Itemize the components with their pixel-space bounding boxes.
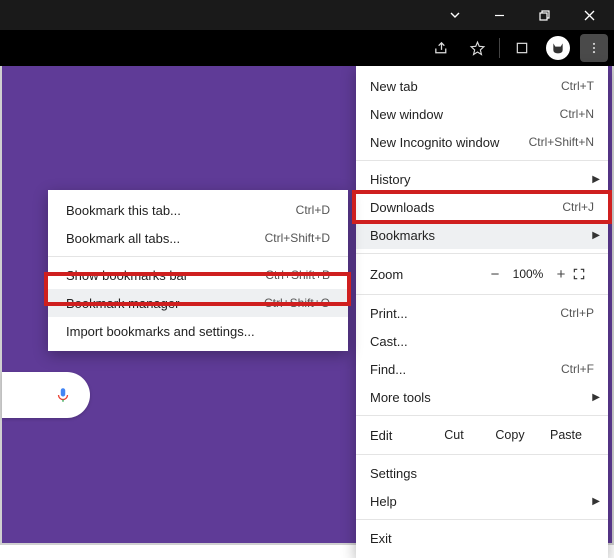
search-box-fragment[interactable]: [2, 372, 90, 418]
zoom-in-button[interactable]: +: [550, 266, 572, 283]
menu-separator: [356, 253, 608, 254]
bookmarks-submenu: Bookmark this tab...Ctrl+D Bookmark all …: [48, 190, 348, 351]
star-icon: [469, 40, 486, 57]
submenu-bookmark-manager[interactable]: Bookmark managerCtrl+Shift+O: [48, 289, 348, 317]
edit-label: Edit: [370, 428, 426, 443]
zoom-out-button[interactable]: −: [484, 266, 506, 283]
menu-edit-row: Edit Cut Copy Paste: [356, 420, 608, 450]
fullscreen-button[interactable]: [572, 267, 594, 281]
browser-main-menu: New tabCtrl+T New windowCtrl+N New Incog…: [356, 66, 608, 558]
zoom-label: Zoom: [370, 267, 484, 282]
chevron-right-icon: ▶: [592, 230, 600, 241]
minimize-button[interactable]: [432, 0, 477, 30]
mic-icon: [54, 386, 72, 404]
menu-separator: [356, 519, 608, 520]
minimize-icon: [494, 10, 505, 21]
menu-separator: [356, 294, 608, 295]
menu-separator: [48, 256, 348, 257]
chevron-right-icon: ▶: [592, 496, 600, 507]
chevron-right-icon: ▶: [592, 174, 600, 185]
close-icon: [584, 10, 595, 21]
share-button[interactable]: [427, 34, 455, 62]
menu-new-tab[interactable]: New tabCtrl+T: [356, 72, 608, 100]
submenu-import[interactable]: Import bookmarks and settings...: [48, 317, 348, 345]
kebab-icon: [587, 41, 601, 55]
menu-separator: [356, 454, 608, 455]
menu-separator: [356, 415, 608, 416]
chevron-right-icon: ▶: [592, 392, 600, 403]
menu-help[interactable]: Help▶: [356, 487, 608, 515]
submenu-bookmark-all[interactable]: Bookmark all tabs...Ctrl+Shift+D: [48, 224, 348, 252]
extensions-button[interactable]: [508, 34, 536, 62]
menu-print[interactable]: Print...Ctrl+P: [356, 299, 608, 327]
menu-bookmarks[interactable]: Bookmarks▶: [356, 221, 608, 249]
menu-new-window[interactable]: New windowCtrl+N: [356, 100, 608, 128]
menu-settings[interactable]: Settings: [356, 459, 608, 487]
toolbar-divider: [499, 38, 500, 58]
avatar: [546, 36, 570, 60]
close-button[interactable]: [567, 0, 612, 30]
fullscreen-icon: [572, 267, 586, 281]
maximize-button[interactable]: [522, 0, 567, 30]
menu-downloads[interactable]: DownloadsCtrl+J: [356, 193, 608, 221]
menu-incognito[interactable]: New Incognito windowCtrl+Shift+N: [356, 128, 608, 156]
copy-button[interactable]: Copy: [482, 428, 538, 442]
menu-cast[interactable]: Cast...: [356, 327, 608, 355]
extensions-icon: [514, 40, 530, 56]
maximize-icon: [539, 10, 550, 21]
window-titlebar: [0, 0, 614, 30]
menu-separator: [356, 160, 608, 161]
bookmark-star-button[interactable]: [463, 34, 491, 62]
chevron-down-icon: [449, 9, 461, 21]
submenu-show-bar[interactable]: Show bookmarks barCtrl+Shift+B: [48, 261, 348, 289]
menu-find[interactable]: Find...Ctrl+F: [356, 355, 608, 383]
menu-more-tools[interactable]: More tools▶: [356, 383, 608, 411]
cat-avatar-icon: [550, 40, 566, 56]
paste-button[interactable]: Paste: [538, 428, 594, 442]
profile-button[interactable]: [544, 34, 572, 62]
menu-history[interactable]: History▶: [356, 165, 608, 193]
zoom-value: 100%: [506, 267, 550, 281]
browser-toolbar: [0, 30, 614, 66]
menu-zoom: Zoom − 100% +: [356, 258, 608, 290]
browser-menu-button[interactable]: [580, 34, 608, 62]
share-icon: [433, 40, 450, 57]
minimize-dash-button[interactable]: [477, 0, 522, 30]
submenu-bookmark-tab[interactable]: Bookmark this tab...Ctrl+D: [48, 196, 348, 224]
menu-exit[interactable]: Exit: [356, 524, 608, 552]
cut-button[interactable]: Cut: [426, 428, 482, 442]
